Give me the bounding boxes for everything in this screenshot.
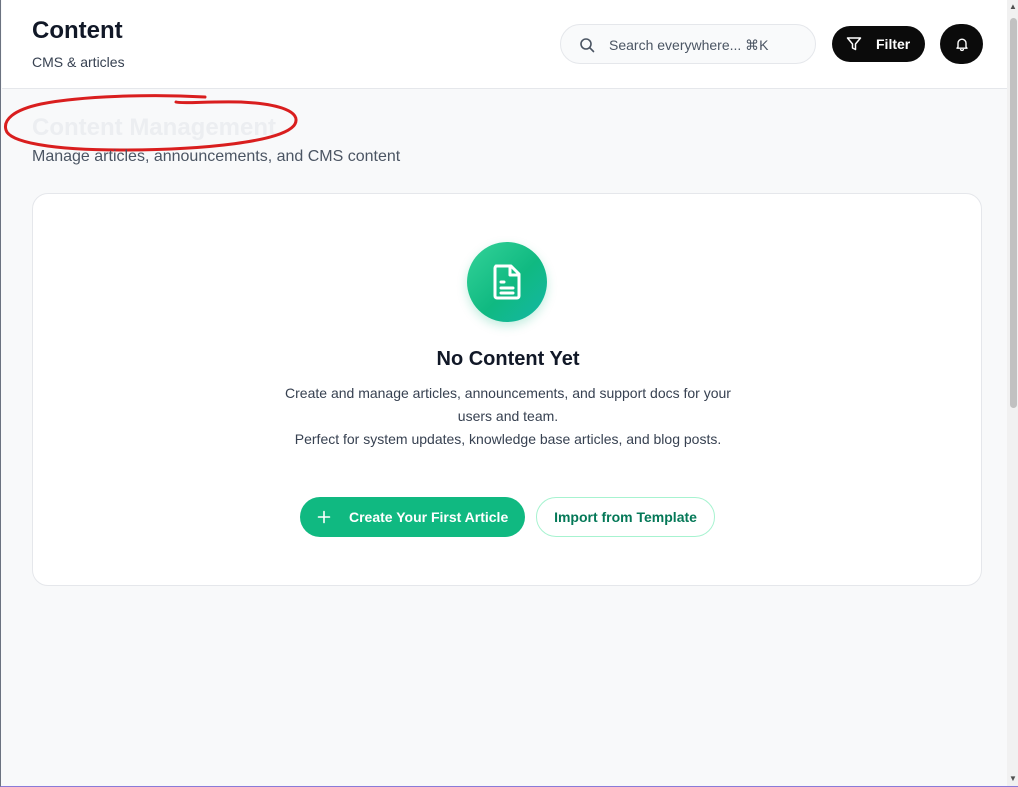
empty-state-card: No Content Yet Create and manage article… xyxy=(32,193,982,586)
scroll-down-arrow[interactable]: ▼ xyxy=(1009,775,1017,783)
scroll-up-arrow[interactable]: ▲ xyxy=(1009,3,1017,11)
search-icon xyxy=(580,38,595,53)
search-box[interactable] xyxy=(560,24,816,64)
page-title: Content xyxy=(32,17,123,44)
empty-state-line-1: Create and manage articles, announcement… xyxy=(285,385,731,424)
filter-label: Filter xyxy=(876,36,911,52)
empty-state-line-2: Perfect for system updates, knowledge ba… xyxy=(294,431,722,447)
document-badge xyxy=(467,242,547,322)
search-input[interactable] xyxy=(609,34,805,56)
vertical-scrollbar[interactable]: ▲ ▼ xyxy=(1007,0,1018,786)
plus-icon xyxy=(317,510,331,524)
create-article-button[interactable]: Create Your First Article xyxy=(300,497,525,537)
app-window: Content CMS & articles Filter Content Ma… xyxy=(0,0,1018,787)
page-subtitle: CMS & articles xyxy=(32,54,125,70)
top-header: Content CMS & articles Filter xyxy=(2,0,1007,89)
scrollbar-thumb[interactable] xyxy=(1010,18,1017,408)
create-article-label: Create Your First Article xyxy=(349,509,509,525)
empty-state-text: Create and manage articles, announcement… xyxy=(283,382,733,451)
section-heading: Content Management xyxy=(32,114,277,141)
filter-button[interactable]: Filter xyxy=(832,26,925,62)
notifications-button[interactable] xyxy=(940,24,983,64)
empty-state-title: No Content Yet xyxy=(436,348,580,370)
section-description: Manage articles, announcements, and CMS … xyxy=(32,148,401,165)
import-template-button[interactable]: Import from Template xyxy=(536,497,715,537)
bell-icon xyxy=(955,38,968,52)
document-icon xyxy=(493,264,521,300)
filter-icon xyxy=(846,37,862,51)
